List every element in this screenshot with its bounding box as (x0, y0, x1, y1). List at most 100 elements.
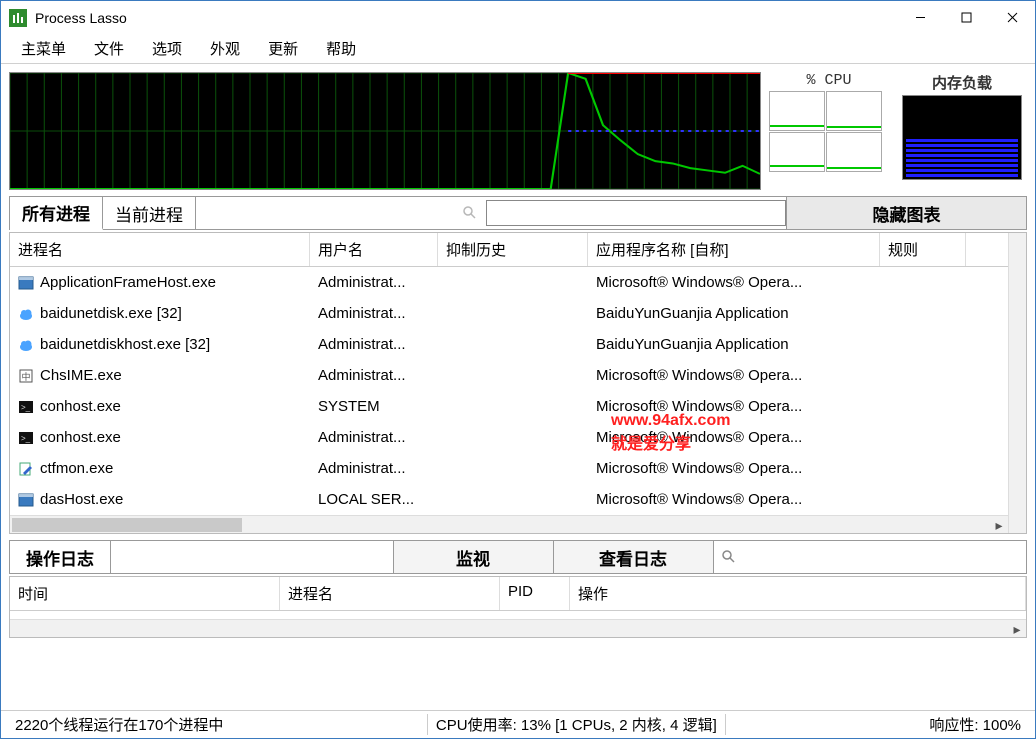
tab-action-log[interactable]: 操作日志 (10, 541, 111, 573)
process-history (438, 311, 588, 317)
table-row[interactable]: dasHost.exeLOCAL SER...Microsoft® Window… (10, 484, 1008, 515)
log-search-icon[interactable] (713, 541, 745, 573)
process-table-hscroll[interactable]: ▸ (10, 515, 1008, 533)
process-rule (880, 404, 966, 410)
process-app: Microsoft® Windows® Opera... (588, 395, 880, 418)
hscroll-thumb[interactable] (12, 518, 242, 532)
status-threads: 2220个线程运行在170个进程中 (7, 714, 231, 735)
process-rule (880, 497, 966, 503)
process-history (438, 466, 588, 472)
process-table-vscroll[interactable] (1008, 233, 1026, 533)
process-user: SYSTEM (310, 395, 438, 418)
col-process-name[interactable]: 进程名 (10, 233, 310, 266)
titlebar: Process Lasso (1, 1, 1035, 34)
process-name: conhost.exe (40, 398, 121, 415)
window-title: Process Lasso (35, 10, 897, 26)
tab-all-processes[interactable]: 所有进程 (10, 197, 103, 230)
minimize-button[interactable] (897, 1, 943, 34)
col-user[interactable]: 用户名 (310, 233, 438, 266)
process-name: ChsIME.exe (40, 367, 122, 384)
process-user: Administrat... (310, 302, 438, 325)
menu-update[interactable]: 更新 (254, 34, 312, 63)
cpu-core-graph (826, 132, 882, 172)
menu-help[interactable]: 帮助 (312, 34, 370, 63)
process-name: baidunetdiskhost.exe [32] (40, 336, 210, 353)
status-cpu: CPU使用率: 13% [1 CPUs, 2 内核, 4 逻辑] (427, 714, 726, 735)
process-app: Microsoft® Windows® Opera... (588, 271, 880, 294)
process-user: Administrat... (310, 333, 438, 356)
process-icon (18, 337, 34, 353)
statusbar: 2220个线程运行在170个进程中 CPU使用率: 13% [1 CPUs, 2… (1, 710, 1035, 738)
process-icon (18, 275, 34, 291)
process-user: Administrat... (310, 364, 438, 387)
process-search-input[interactable] (486, 200, 786, 226)
process-icon (18, 306, 34, 322)
menu-main[interactable]: 主菜单 (7, 34, 80, 63)
process-history (438, 342, 588, 348)
view-log-button[interactable]: 查看日志 (553, 541, 713, 573)
cpu-core-graph (826, 91, 882, 131)
tab-active-processes[interactable]: 当前进程 (103, 197, 196, 229)
col-app-name[interactable]: 应用程序名称 [自称] (588, 233, 880, 266)
menu-view[interactable]: 外观 (196, 34, 254, 63)
log-filter-input[interactable] (745, 541, 1027, 573)
svg-text:>_: >_ (21, 403, 31, 412)
menu-options[interactable]: 选项 (138, 34, 196, 63)
process-history (438, 373, 588, 379)
table-row[interactable]: baidunetdisk.exe [32]Administrat...Baidu… (10, 298, 1008, 329)
log-tabs-row: 操作日志 监视 查看日志 (9, 540, 1027, 574)
col-history[interactable]: 抑制历史 (438, 233, 588, 266)
cpu-label: % CPU (806, 72, 851, 89)
log-col-pid[interactable]: PID (500, 577, 570, 610)
process-rule (880, 342, 966, 348)
process-app: BaiduYunGuanjia Application (588, 333, 880, 356)
hscroll-right-arrow[interactable]: ▸ (990, 516, 1008, 534)
table-row[interactable]: >_ conhost.exe SYSTEM Microsoft® Windows® O… (10, 391, 1008, 422)
menu-file[interactable]: 文件 (80, 34, 138, 63)
table-row[interactable]: baidunetdiskhost.exe [32] Administrat... B… (10, 329, 1008, 360)
menubar: 主菜单 文件 选项 外观 更新 帮助 (1, 34, 1035, 64)
memory-label: 内存负载 (932, 72, 992, 93)
cpu-cores-panel: % CPU (769, 72, 889, 190)
process-app: BaiduYunGuanjia Application (588, 302, 880, 325)
log-col-name[interactable]: 进程名 (280, 577, 500, 610)
status-responsiveness: 响应性: 100% (921, 714, 1029, 735)
process-app: Microsoft® Windows® Opera... (588, 457, 880, 480)
process-table: 进程名 用户名 抑制历史 应用程序名称 [自称] 规则 ApplicationF… (9, 232, 1027, 534)
process-name: dasHost.exe (40, 491, 123, 508)
graph-panel: % CPU 内存负载 (1, 64, 1035, 196)
close-button[interactable] (989, 1, 1035, 34)
process-icon: >_ (18, 399, 34, 415)
process-rule (880, 373, 966, 379)
log-col-op[interactable]: 操作 (570, 577, 1026, 610)
process-rule (880, 311, 966, 317)
monitor-button[interactable]: 监视 (393, 541, 553, 573)
log-hscroll-right-arrow[interactable]: ▸ (1008, 620, 1026, 638)
process-app: Microsoft® Windows® Opera... (588, 426, 880, 449)
maximize-button[interactable] (943, 1, 989, 34)
memory-panel: 内存负载 (897, 72, 1027, 190)
log-table-hscroll[interactable]: ▸ (10, 619, 1026, 637)
memory-bar (902, 95, 1022, 180)
col-rule[interactable]: 规则 (880, 233, 966, 266)
table-row[interactable]: >_conhost.exeAdministrat...Microsoft® Wi… (10, 422, 1008, 453)
process-rule (880, 435, 966, 441)
process-user: Administrat... (310, 271, 438, 294)
process-icon (18, 492, 34, 508)
process-name: conhost.exe (40, 429, 121, 446)
process-history (438, 497, 588, 503)
process-name: ApplicationFrameHost.exe (40, 274, 216, 291)
log-col-time[interactable]: 时间 (10, 577, 280, 610)
svg-text:>_: >_ (21, 434, 31, 443)
cpu-core-graph (769, 91, 825, 131)
process-user: Administrat... (310, 457, 438, 480)
table-row[interactable]: ctfmon.exeAdministrat...Microsoft® Windo… (10, 453, 1008, 484)
process-rule (880, 280, 966, 286)
table-row[interactable]: ApplicationFrameHost.exe Administrat... Mi… (10, 267, 1008, 298)
search-icon[interactable] (460, 203, 480, 223)
process-table-header: 进程名 用户名 抑制历史 应用程序名称 [自称] 规则 (10, 233, 1008, 267)
process-history (438, 435, 588, 441)
hide-chart-button[interactable]: 隐藏图表 (786, 197, 1026, 229)
process-history (438, 280, 588, 286)
table-row[interactable]: 中ChsIME.exeAdministrat...Microsoft® Wind… (10, 360, 1008, 391)
